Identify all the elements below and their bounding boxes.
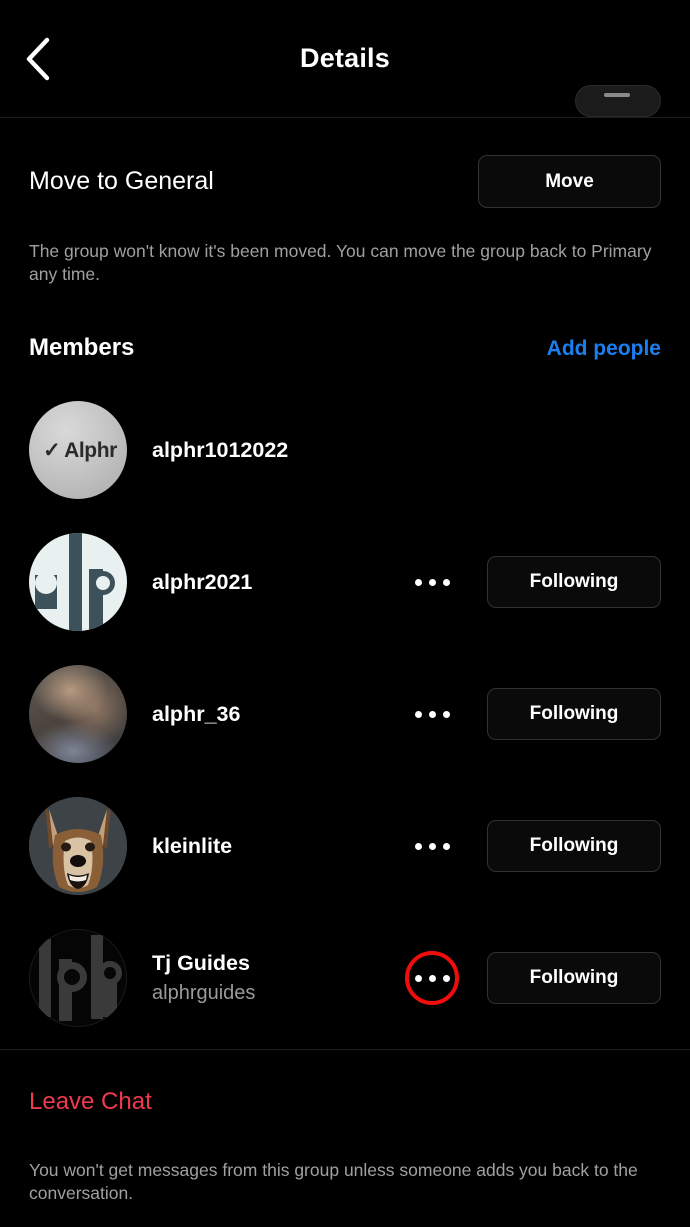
table-row[interactable]: Tj Guides alphrguides Following [0,912,690,1044]
following-button[interactable]: Following [487,820,661,873]
leave-chat-section: Leave Chat You won't get messages from t… [0,1049,690,1205]
members-header: Members Add people [29,334,661,362]
member-username: alphr1012022 [152,437,289,462]
member-names: Tj Guides alphrguides [152,950,386,1006]
member-options-button[interactable] [386,800,478,892]
chevron-left-icon [26,37,50,80]
member-username: alphrguides [152,982,256,1005]
move-helper-text: The group won't know it's been moved. Yo… [29,241,652,285]
following-button[interactable]: Following [487,556,661,609]
avatar[interactable] [29,665,127,764]
move-label: Move to General [29,167,214,195]
lph-logo-icon [39,935,122,1022]
dog-photo-icon [29,797,127,896]
member-options-button[interactable] [386,668,478,760]
ellipsis-icon [414,710,450,718]
member-names: alphr2021 [152,569,386,596]
member-options-button[interactable] [386,536,478,628]
table-row[interactable]: alphr_36 Following [0,648,690,780]
ellipsis-icon [414,974,450,982]
members-list: ✓ Alphr alphr1012022 alphr2021 Following… [0,384,690,1044]
avatar[interactable]: ✓ Alphr [29,401,127,500]
move-to-general-section: Move to General Move The group won't kno… [0,118,690,362]
alp-logo-icon [35,533,115,632]
ellipsis-icon [414,842,450,850]
member-names: kleinlite [152,833,386,860]
page-title: Details [300,43,390,73]
member-options-button[interactable] [386,932,478,1024]
leave-chat-helper-text: You won't get messages from this group u… [29,1160,638,1204]
add-people-button[interactable]: Add people [547,337,661,361]
avatar[interactable] [29,929,127,1028]
avatar[interactable] [29,533,127,632]
avatar-logo-text: ✓ Alphr [43,438,117,462]
table-row[interactable]: kleinlite Following [0,780,690,912]
member-username: kleinlite [152,833,233,858]
move-row: Move to General Move [29,118,661,208]
back-button[interactable] [12,33,64,85]
table-row[interactable]: alphr2021 Following [0,516,690,648]
leave-chat-button[interactable]: Leave Chat [29,1088,152,1116]
table-row[interactable]: ✓ Alphr alphr1012022 [0,384,690,516]
following-button[interactable]: Following [487,688,661,741]
member-username: alphr_36 [152,701,241,726]
member-username: alphr2021 [152,569,253,594]
member-display-name: Tj Guides [152,951,250,976]
move-button[interactable]: Move [478,155,661,208]
following-button[interactable]: Following [487,952,661,1005]
member-names: alphr_36 [152,701,386,728]
avatar[interactable] [29,797,127,896]
members-title: Members [29,334,135,362]
member-names: alphr1012022 [152,437,386,464]
navigation-bar: Details [0,0,690,118]
ellipsis-icon [414,578,450,586]
